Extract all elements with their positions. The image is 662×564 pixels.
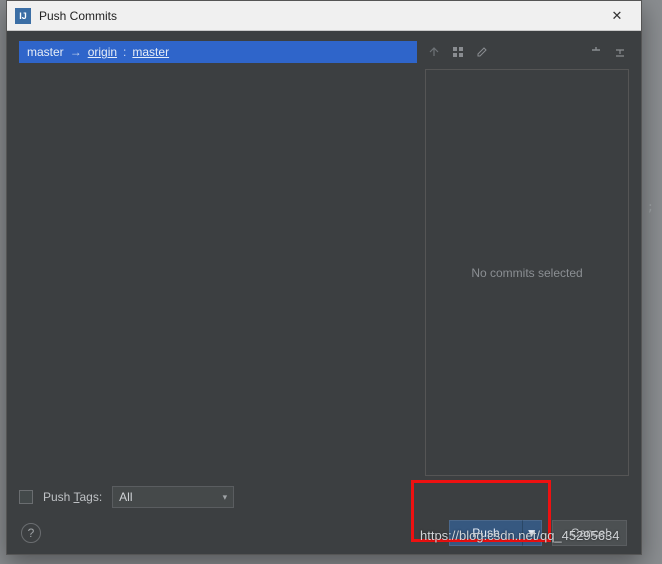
left-column: master → origin : master xyxy=(19,41,417,476)
caret-down-icon: ▼ xyxy=(526,526,538,540)
dialog-footer: Push Tags: All ▾ ? Push ▼ Cancel xyxy=(19,486,629,546)
remote-branch-link[interactable]: master xyxy=(132,45,169,59)
app-icon: IJ xyxy=(15,8,31,24)
separator: : xyxy=(123,45,126,59)
action-row: ? Push ▼ Cancel xyxy=(19,520,629,546)
push-tags-label: Push Tags: xyxy=(43,490,102,504)
push-tags-select[interactable]: All ▾ xyxy=(112,486,234,508)
main-row: master → origin : master xyxy=(19,41,629,476)
pin-icon[interactable] xyxy=(427,45,441,59)
collapse-icon[interactable] xyxy=(613,45,627,59)
titlebar: IJ Push Commits ✕ xyxy=(7,1,641,31)
push-dropdown-button[interactable]: ▼ xyxy=(522,520,542,546)
button-group: Push ▼ Cancel xyxy=(449,520,627,546)
arrow-icon: → xyxy=(70,45,82,59)
push-tags-row: Push Tags: All ▾ xyxy=(19,486,629,508)
empty-state-text: No commits selected xyxy=(471,266,582,280)
close-icon[interactable]: ✕ xyxy=(601,8,633,24)
dialog-body: master → origin : master xyxy=(7,31,641,554)
toolbar-right-group xyxy=(589,45,627,59)
toolbar-left-group xyxy=(427,45,489,59)
expand-icon[interactable] xyxy=(589,45,603,59)
remote-link[interactable]: origin xyxy=(88,45,117,59)
chevron-down-icon: ▾ xyxy=(223,492,228,503)
grid-icon[interactable] xyxy=(451,45,465,59)
diff-panel: No commits selected xyxy=(425,69,629,476)
local-branch: master xyxy=(27,45,64,59)
help-button[interactable]: ? xyxy=(21,523,41,543)
push-split-button: Push ▼ xyxy=(449,520,541,546)
help-icon: ? xyxy=(28,526,35,540)
branch-bar[interactable]: master → origin : master xyxy=(19,41,417,63)
edit-icon[interactable] xyxy=(475,45,489,59)
select-value: All xyxy=(119,490,132,504)
commits-tree-panel[interactable] xyxy=(19,63,417,476)
cancel-button[interactable]: Cancel xyxy=(552,520,627,546)
push-tags-checkbox[interactable] xyxy=(19,490,33,504)
diff-toolbar xyxy=(425,41,629,63)
push-button[interactable]: Push xyxy=(449,520,521,546)
window-title: Push Commits xyxy=(39,9,601,23)
right-column: No commits selected xyxy=(425,41,629,476)
push-commits-dialog: IJ Push Commits ✕ master → origin : mast… xyxy=(6,0,642,555)
